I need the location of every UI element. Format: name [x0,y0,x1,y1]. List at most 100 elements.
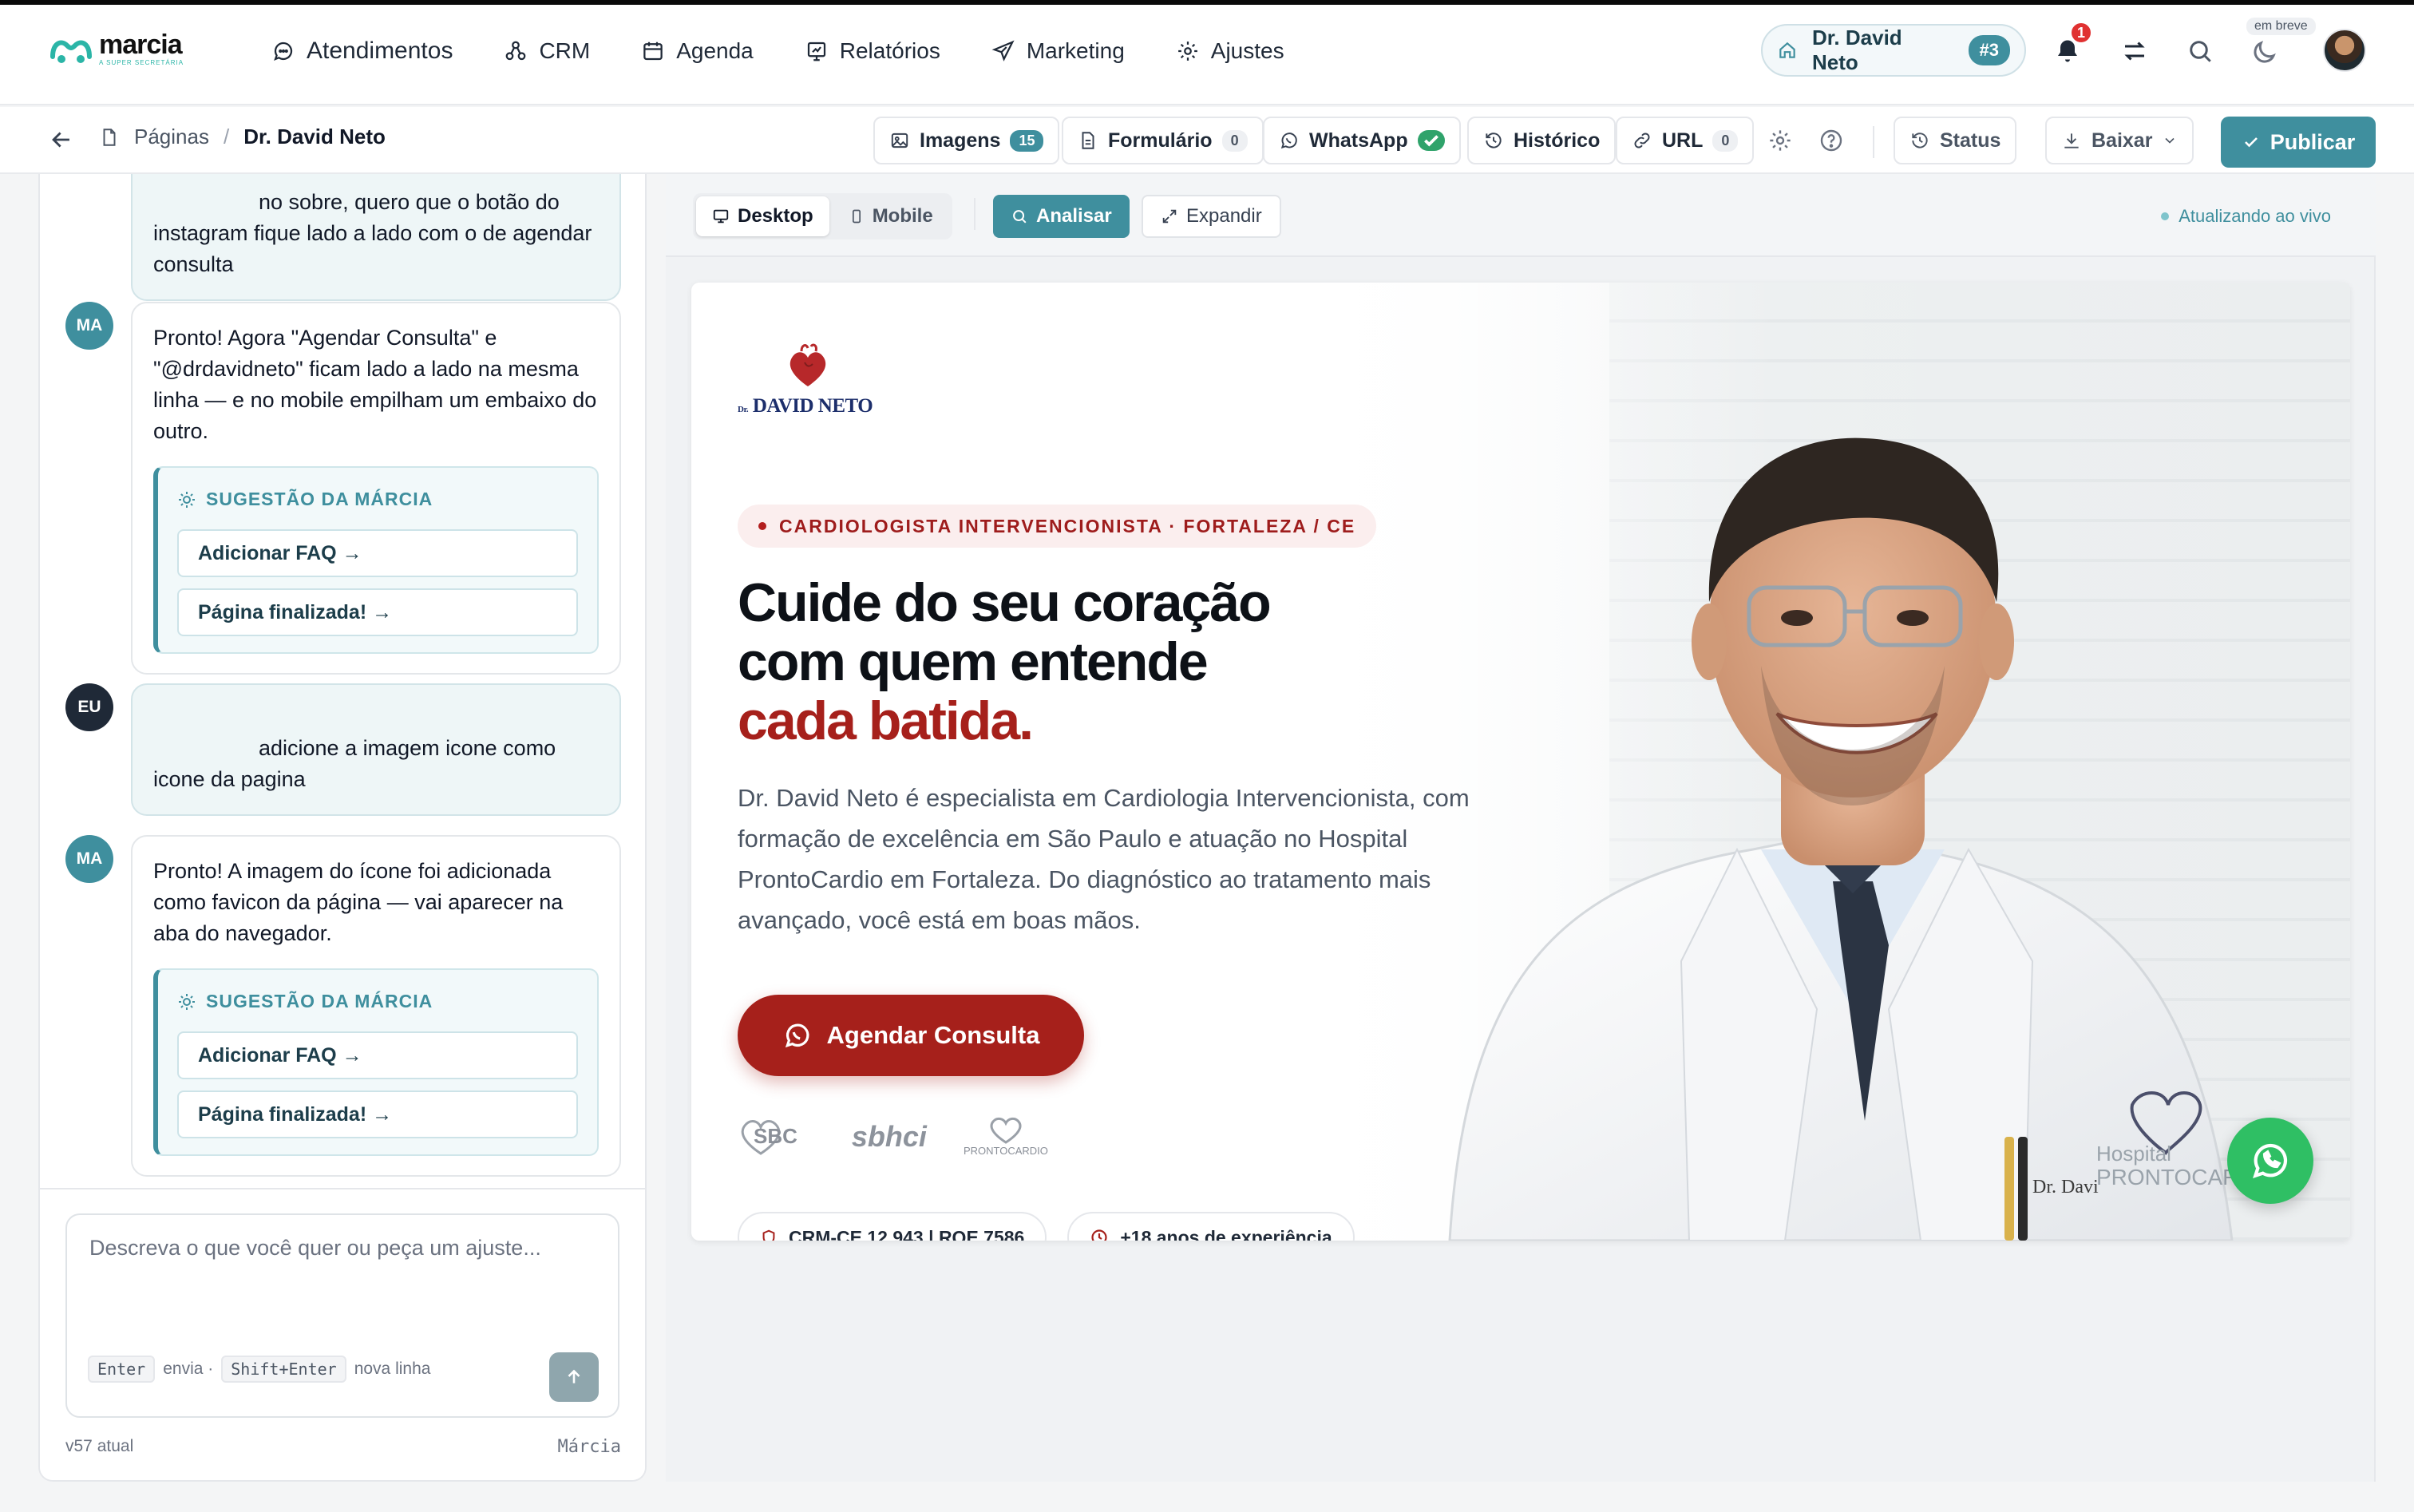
svg-text:Hospital: Hospital [2096,1142,2171,1166]
live-status: Atualizando ao vivo [2161,206,2331,227]
user-avatar-chat: EU [65,683,113,731]
nav-item-atendimentos[interactable]: Atendimentos [271,30,478,72]
monitor-icon [713,209,729,224]
form-button[interactable]: Formulário 0 [1062,117,1264,164]
brand-logo: Dr. DAVID NETO [738,343,873,418]
breadcrumb-current: Dr. David Neto [243,125,386,148]
whatsapp-float-button[interactable] [2227,1118,2313,1204]
image-icon [891,133,908,148]
back-arrow-icon[interactable] [48,126,75,153]
heart-logo-icon [789,343,826,386]
shift-enter-key-hint: Shift+Enter [221,1356,346,1383]
download-button[interactable]: Baixar [2045,117,2194,164]
images-button[interactable]: Imagens 15 [873,117,1060,164]
brand-prefix: Dr. [738,405,749,414]
suggestion-page-finished-button[interactable]: Página finalizada! → [177,588,578,636]
prontocardio-heart-icon [990,1117,1022,1144]
toolbar-divider [974,198,975,230]
mobile-view-button[interactable]: Mobile [833,196,949,236]
live-dot [2161,212,2170,220]
settings-icon[interactable] [1767,128,1793,153]
nodes-icon [506,41,526,61]
chat-input-box: Enter envia · Shift+Enter nova linha [65,1213,619,1418]
expand-button[interactable]: Expandir [1142,195,1281,238]
nav-item-marketing[interactable]: Marketing [966,30,1150,72]
publish-button[interactable]: Publicar [2221,117,2376,168]
enter-key-hint: Enter [88,1356,156,1383]
hero-headline: Cuide do seu coração com quem entende ca… [738,573,1272,751]
history-button[interactable]: Histórico [1467,117,1617,164]
doctor-photo: Hospital PRONTOCAR Dr. Davi [1448,437,2238,1241]
chat-message-assistant: Pronto! Agora "Agendar Consulta" e "@drd… [131,302,621,675]
svg-text:Dr. Davi: Dr. Davi [2032,1177,2099,1197]
suggestion-title: SUGESTÃO DA MÁRCIA [206,991,433,1011]
assistant-avatar: MA [65,835,113,883]
sbhci-text: sbhci [851,1119,927,1153]
device-toggle: Desktop Mobile [693,193,952,239]
suggestion-title: SUGESTÃO DA MÁRCIA [206,489,433,509]
breadcrumb-root[interactable]: Páginas [134,125,209,149]
analyze-button[interactable]: Analisar [993,195,1130,238]
download-label: Baixar [2091,129,2153,152]
nav-item-agenda[interactable]: Agenda [615,30,779,72]
crm-badge: CRM-CE 12.943 | RQE 7586 [738,1212,1047,1241]
association-logos: SBC sbhci PRONTOCARDIO [738,1116,1048,1157]
enter-hint-text: envia · [163,1360,214,1378]
chat-panel: no sobre, quero que o botão do instagram… [38,174,647,1482]
user-avatar[interactable] [2323,29,2366,72]
publish-label: Publicar [2270,129,2356,154]
send-button[interactable] [549,1352,599,1402]
preview-panel: Desktop Mobile Analisar Expandir Atualiz… [666,174,2376,1482]
suggestion-page-finished-button[interactable]: Página finalizada! → [177,1090,578,1138]
nav-item-ajustes[interactable]: Ajustes [1150,30,1310,72]
logo-mark-icon [50,40,92,63]
suggestion-header: SUGESTÃO DA MÁRCIA [177,986,578,1017]
search-icon[interactable] [2186,37,2214,65]
url-button[interactable]: URL 0 [1616,117,1755,164]
top-navigation: marcia A SUPER SECRETÁRIA Atendimentos C… [0,5,2414,105]
headline-accent: cada batida. [738,691,1034,751]
analyze-label: Analisar [1036,205,1112,227]
main-nav: Atendimentos CRM Agenda Relatórios Marke… [271,30,1310,72]
schedule-appointment-button[interactable]: Agendar Consulta [738,995,1084,1076]
suggestion-add-faq-button[interactable]: Adicionar FAQ → [177,529,578,577]
desktop-label: Desktop [738,205,813,227]
sun-icon [179,491,195,508]
images-count: 15 [1010,129,1044,152]
toolbar-divider [1873,126,1874,158]
page-icon [103,128,116,146]
chat-icon [274,42,293,61]
nav-item-relatorios[interactable]: Relatórios [779,30,966,72]
status-button[interactable]: Status [1894,117,2017,164]
crm-text: CRM-CE 12.943 | RQE 7586 [789,1226,1025,1241]
gear-icon [1177,42,1197,61]
moon-icon[interactable] [2250,38,2278,67]
suggestion-add-faq-button[interactable]: Adicionar FAQ → [177,1031,578,1079]
sbc-logo: SBC [738,1117,797,1157]
chat-input[interactable] [89,1236,592,1332]
chat-message-assistant: Pronto! A imagem do ícone foi adicionada… [131,835,621,1177]
breadcrumb-separator: / [223,125,230,148]
desktop-view-button[interactable]: Desktop [696,196,829,236]
experience-badge: +18 anos de experiência [1067,1212,1355,1241]
nav-label: Atendimentos [307,38,453,64]
chat-message-user: no sobre, quero que o botão do instagram… [131,174,621,301]
home-icon [1779,42,1795,58]
arrow-up-icon [568,1369,580,1383]
coming-soon-label: em breve [2246,18,2316,35]
whatsapp-button[interactable]: WhatsApp [1263,117,1461,164]
nav-item-crm[interactable]: CRM [478,30,615,72]
link-icon [1634,133,1650,148]
suggestion-box: SUGESTÃO DA MÁRCIA Adicionar FAQ → Págin… [153,466,599,654]
app-logo[interactable]: marcia A SUPER SECRETÁRIA [49,31,184,66]
experience-text: +18 anos de experiência [1120,1226,1332,1241]
shield-icon [762,1229,775,1241]
help-icon[interactable] [1818,128,1844,153]
account-switcher[interactable]: Dr. David Neto #3 [1761,24,2026,77]
credential-badges: CRM-CE 12.943 | RQE 7586 +18 anos de exp… [738,1212,1355,1241]
form-count: 0 [1221,129,1248,152]
specialty-text: CARDIOLOGISTA INTERVENCIONISTA · FORTALE… [779,515,1356,536]
sbhci-logo: sbhci [852,1120,927,1154]
keyboard-hints: Enter envia · Shift+Enter nova linha [88,1356,430,1383]
swap-icon[interactable] [2120,37,2149,65]
